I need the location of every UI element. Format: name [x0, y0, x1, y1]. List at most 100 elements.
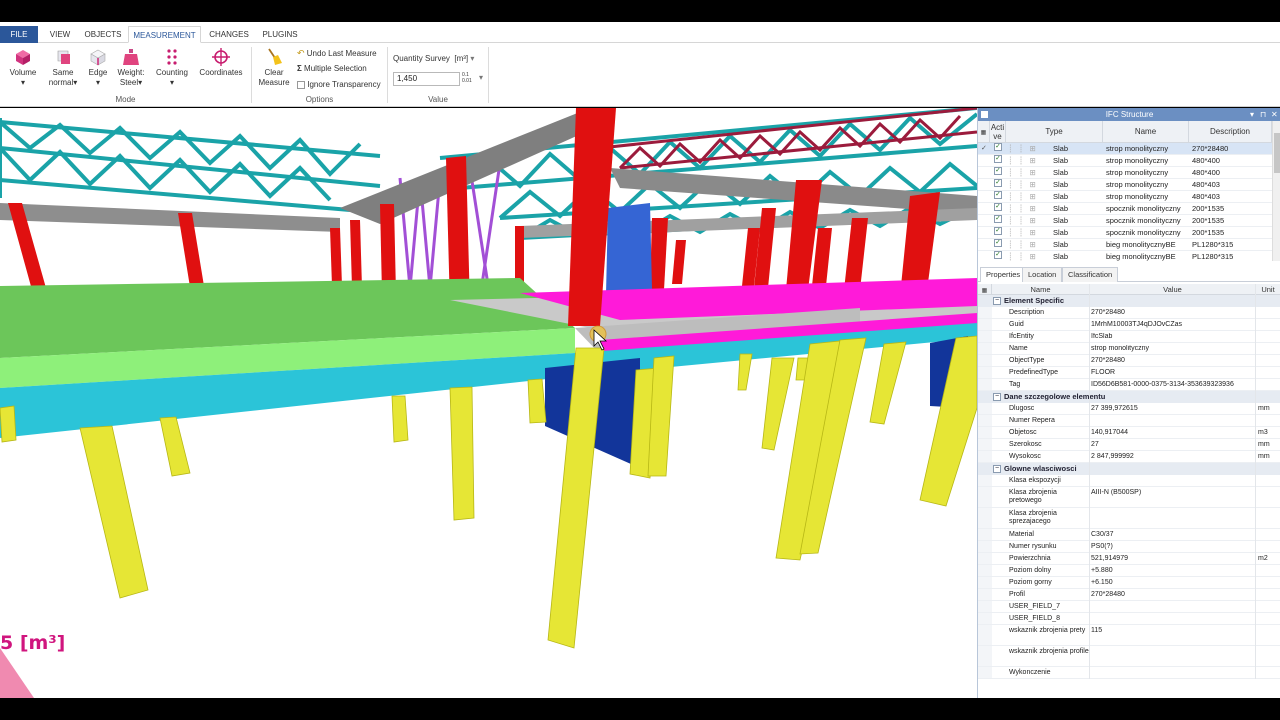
property-row[interactable]: Numer rysunku PS0(?) — [978, 541, 1280, 553]
ifc-tree-row[interactable]: ✓ ┊ ┊ ⊞ Slab spocznik monolityczny 200*1535 — [978, 215, 1272, 227]
property-group-header[interactable]: − Dane szczegolowe elementu — [978, 391, 1280, 403]
same-normal-button[interactable]: Same normal▾ — [45, 48, 81, 88]
tab-properties[interactable]: Properties — [980, 267, 1027, 282]
3d-viewport[interactable]: 5 [m³] — [0, 108, 977, 698]
ifc-scrollbar[interactable] — [1272, 121, 1280, 261]
tab-measurement[interactable]: MEASUREMENT — [128, 26, 201, 43]
property-row[interactable]: Name strop monolityczny — [978, 343, 1280, 355]
property-row[interactable]: Klasa zbrojenia sprezajacego — [978, 508, 1280, 529]
decimal-precision-icon[interactable]: 0.1 0.01 — [462, 72, 472, 84]
ifc-tree-row[interactable]: ✓ ┊ ┊ ⊞ Slab strop monolityczny 480*403 — [978, 191, 1272, 203]
tab-location[interactable]: Location — [1022, 267, 1063, 282]
property-value[interactable]: 270*28480 — [1091, 309, 1255, 317]
property-value[interactable]: +6.150 — [1091, 579, 1255, 587]
property-value[interactable]: 27 — [1091, 441, 1255, 449]
ifc-tree-row[interactable]: ✓ ┊ ┊ ⊞ Slab bieg monolitycznyBE PL1280*315 — [978, 251, 1272, 261]
property-value[interactable]: 1MrhM10003TJ4qDJOvCZas — [1091, 321, 1255, 329]
property-row[interactable]: Dlugosc 27 399,972615 mm — [978, 403, 1280, 415]
property-value[interactable]: AIII-N (B500SP) — [1091, 489, 1255, 497]
property-value[interactable]: 140,917044 — [1091, 429, 1255, 437]
pin-icon[interactable] — [981, 111, 988, 118]
active-checkbox[interactable]: ✓ — [994, 179, 1002, 187]
undo-last-measure-button[interactable]: ↶ Undo Last Measure — [297, 46, 377, 60]
property-value[interactable]: C30/37 — [1091, 531, 1255, 539]
ifc-col-name[interactable]: Name — [1103, 121, 1189, 143]
property-value[interactable]: 2 847,999992 — [1091, 453, 1255, 461]
property-row[interactable]: Szerokosc 27 mm — [978, 439, 1280, 451]
close-icon[interactable]: ✕ — [1271, 108, 1278, 121]
property-value[interactable]: 27 399,972615 — [1091, 405, 1255, 413]
value-field[interactable]: 1,450 — [393, 72, 460, 86]
ifc-tree-row[interactable]: ✓ ┊ ┊ ⊞ Slab strop monolityczny 480*400 — [978, 155, 1272, 167]
property-row[interactable]: USER_FIELD_7 — [978, 601, 1280, 613]
property-group-header[interactable]: − Element Specific — [978, 295, 1280, 307]
counting-button[interactable]: Counting ▾ — [153, 48, 191, 88]
active-checkbox[interactable]: ✓ — [994, 155, 1002, 163]
ifc-col-active[interactable]: Acti ve — [990, 121, 1006, 143]
property-row[interactable]: Tag ID56D6B581-0000-0375-3134-35363932393… — [978, 379, 1280, 391]
property-row[interactable]: ObjectType 270*28480 — [978, 355, 1280, 367]
props-col-unit[interactable]: Unit — [1256, 284, 1280, 295]
ifc-tree-row[interactable]: ✓ ┊ ┊ ⊞ Slab strop monolityczny 480*403 — [978, 179, 1272, 191]
active-checkbox[interactable]: ✓ — [994, 191, 1002, 199]
property-row[interactable]: PredefinedType FLOOR — [978, 367, 1280, 379]
tab-file[interactable]: FILE — [0, 26, 38, 43]
property-value[interactable]: +5.880 — [1091, 567, 1255, 575]
weight-steel-button[interactable]: Weight: Steel▾ — [114, 48, 148, 88]
collapse-icon[interactable]: − — [993, 465, 1001, 473]
property-row[interactable]: IfcEntity IfcSlab — [978, 331, 1280, 343]
tab-changes[interactable]: CHANGES — [204, 26, 254, 43]
property-value[interactable]: PS0(?) — [1091, 543, 1255, 551]
property-value[interactable]: FLOOR — [1091, 369, 1255, 377]
tab-plugins[interactable]: PLUGINS — [258, 26, 302, 43]
collapse-icon[interactable]: − — [993, 393, 1001, 401]
property-group-header[interactable]: − Glowne wlasciwosci — [978, 463, 1280, 475]
ignore-transparency-checkbox[interactable]: Ignore Transparency — [297, 78, 381, 92]
property-row[interactable]: Klasa ekspozycji — [978, 475, 1280, 487]
volume-button[interactable]: Volume ▾ — [6, 48, 40, 88]
dropdown-icon[interactable]: ▾ — [1250, 108, 1254, 121]
property-row[interactable]: Material C30/37 — [978, 529, 1280, 541]
property-value[interactable]: IfcSlab — [1091, 333, 1255, 341]
ifc-tree-row[interactable]: ✓ ┊ ┊ ⊞ Slab bieg monolitycznyBE PL1280*315 — [978, 239, 1272, 251]
coordinates-button[interactable]: Coordinates — [197, 48, 245, 78]
property-row[interactable]: Numer Repera — [978, 415, 1280, 427]
property-row[interactable]: Powierzchnia 521,914979 m2 — [978, 553, 1280, 565]
edge-button[interactable]: Edge ▾ — [85, 48, 111, 88]
chevron-down-icon[interactable]: ▾ — [479, 73, 483, 82]
collapse-icon[interactable]: − — [993, 297, 1001, 305]
property-row[interactable]: Wysokosc 2 847,999992 mm — [978, 451, 1280, 463]
property-row[interactable]: Wykonczenie — [978, 667, 1280, 679]
active-checkbox[interactable]: ✓ — [994, 227, 1002, 235]
property-value[interactable]: ID56D6B581-0000-0375-3134-353639323936 — [1091, 381, 1255, 389]
ifc-tree-row[interactable]: ✓ ┊ ┊ ⊞ Slab spocznik monolityczny 200*1535 — [978, 227, 1272, 239]
property-value[interactable]: 270*28480 — [1091, 591, 1255, 599]
property-row[interactable]: USER_FIELD_8 — [978, 613, 1280, 625]
property-row[interactable]: Objetosc 140,917044 m3 — [978, 427, 1280, 439]
ifc-tree-row[interactable]: ✓ ┊ ┊ ⊞ Slab spocznik monolityczny 200*1535 — [978, 203, 1272, 215]
ifc-col-description[interactable]: Description — [1189, 121, 1272, 143]
props-col-name[interactable]: Name — [992, 284, 1090, 295]
ifc-tree-row[interactable]: ✓ ✓ ┊ ┊ ⊞ Slab strop monolityczny 270*28480 — [978, 143, 1272, 155]
property-row[interactable]: Klasa zbrojenia pretowego AIII-N (B500SP) — [978, 487, 1280, 508]
property-value[interactable]: 521,914979 — [1091, 555, 1255, 563]
property-value[interactable]: 270*28480 — [1091, 357, 1255, 365]
tab-view[interactable]: VIEW — [42, 26, 78, 43]
props-col-value[interactable]: Value — [1090, 284, 1256, 295]
active-checkbox[interactable]: ✓ — [994, 215, 1002, 223]
active-checkbox[interactable]: ✓ — [994, 251, 1002, 259]
property-value[interactable]: 115 — [1091, 627, 1255, 635]
active-checkbox[interactable]: ✓ — [994, 143, 1002, 151]
property-row[interactable]: Poziom gorny +6.150 — [978, 577, 1280, 589]
clear-measure-button[interactable]: Clear Measure — [257, 48, 291, 88]
active-checkbox[interactable]: ✓ — [994, 203, 1002, 211]
multiple-selection-button[interactable]: Σ Multiple Selection — [297, 62, 367, 76]
scroll-thumb[interactable] — [1274, 133, 1280, 173]
pin-toggle-icon[interactable]: ⊓ — [1260, 108, 1266, 121]
property-row[interactable]: Description 270*28480 — [978, 307, 1280, 319]
tab-objects[interactable]: OBJECTS — [80, 26, 126, 43]
tab-classification[interactable]: Classification — [1062, 267, 1119, 282]
property-value[interactable]: strop monolityczny — [1091, 345, 1255, 353]
quantity-survey-dropdown[interactable]: Quantity Survey [m³] ▾ — [393, 52, 474, 66]
ifc-col-type[interactable]: Type — [1006, 121, 1103, 143]
